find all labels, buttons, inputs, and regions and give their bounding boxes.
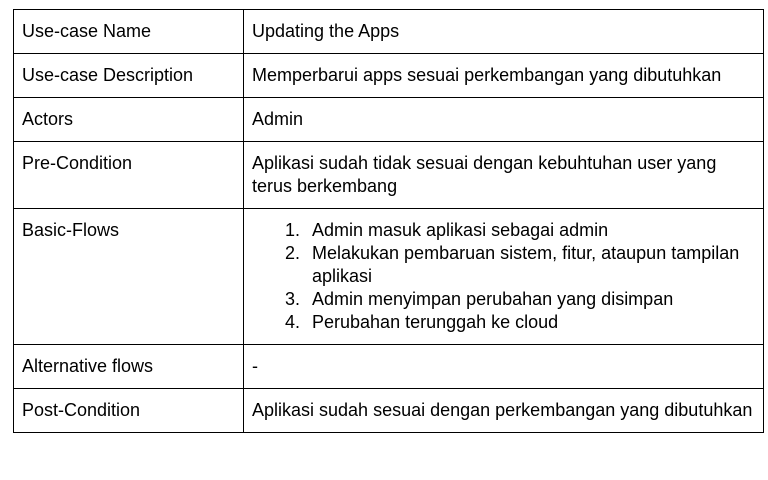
row-value: Updating the Apps bbox=[243, 9, 764, 54]
list-item: 1. Admin masuk aplikasi sebagai admin bbox=[252, 219, 755, 242]
list-item: 2. Melakukan pembaruan sistem, fitur, at… bbox=[252, 242, 755, 288]
row-label: Pre-Condition bbox=[13, 141, 244, 209]
step-text: Perubahan terunggah ke cloud bbox=[312, 312, 559, 332]
use-case-table: Use-case Name Updating the Apps Use-case… bbox=[13, 9, 764, 433]
basic-flow-list: 1. Admin masuk aplikasi sebagai admin 2.… bbox=[252, 219, 755, 334]
row-label: Actors bbox=[13, 97, 244, 142]
row-label: Post-Condition bbox=[13, 388, 244, 433]
table-row-alternative-flows: Alternative flows - bbox=[13, 344, 764, 389]
row-value: Memperbarui apps sesuai perkembangan yan… bbox=[243, 53, 764, 98]
table-row-use-case-description: Use-case Description Memperbarui apps se… bbox=[13, 53, 764, 98]
list-item: 4. Perubahan terunggah ke cloud bbox=[252, 311, 755, 334]
table-row-pre-condition: Pre-Condition Aplikasi sudah tidak sesua… bbox=[13, 141, 764, 209]
row-value: Aplikasi sudah sesuai dengan perkembanga… bbox=[243, 388, 764, 433]
table-row-basic-flows: Basic-Flows 1. Admin masuk aplikasi seba… bbox=[13, 208, 764, 345]
row-label: Use-case Description bbox=[13, 53, 244, 98]
step-number: 4. bbox=[284, 312, 300, 332]
step-text: Admin masuk aplikasi sebagai admin bbox=[312, 220, 609, 240]
table-row-actors: Actors Admin bbox=[13, 97, 764, 142]
row-value: 1. Admin masuk aplikasi sebagai admin 2.… bbox=[243, 208, 764, 345]
row-value: Admin bbox=[243, 97, 764, 142]
row-label: Basic-Flows bbox=[13, 208, 244, 345]
row-label: Alternative flows bbox=[13, 344, 244, 389]
step-number: 3. bbox=[284, 289, 300, 309]
step-text: Melakukan pembaruan sistem, fitur, ataup… bbox=[312, 243, 740, 286]
row-value: - bbox=[243, 344, 764, 389]
step-number: 1. bbox=[284, 220, 300, 240]
row-label: Use-case Name bbox=[13, 9, 244, 54]
list-item: 3. Admin menyimpan perubahan yang disimp… bbox=[252, 288, 755, 311]
step-text: Admin menyimpan perubahan yang disimpan bbox=[312, 289, 674, 309]
row-value: Aplikasi sudah tidak sesuai dengan kebuh… bbox=[243, 141, 764, 209]
step-number: 2. bbox=[284, 243, 300, 263]
table-row-post-condition: Post-Condition Aplikasi sudah sesuai den… bbox=[13, 388, 764, 433]
table-row-use-case-name: Use-case Name Updating the Apps bbox=[13, 9, 764, 54]
